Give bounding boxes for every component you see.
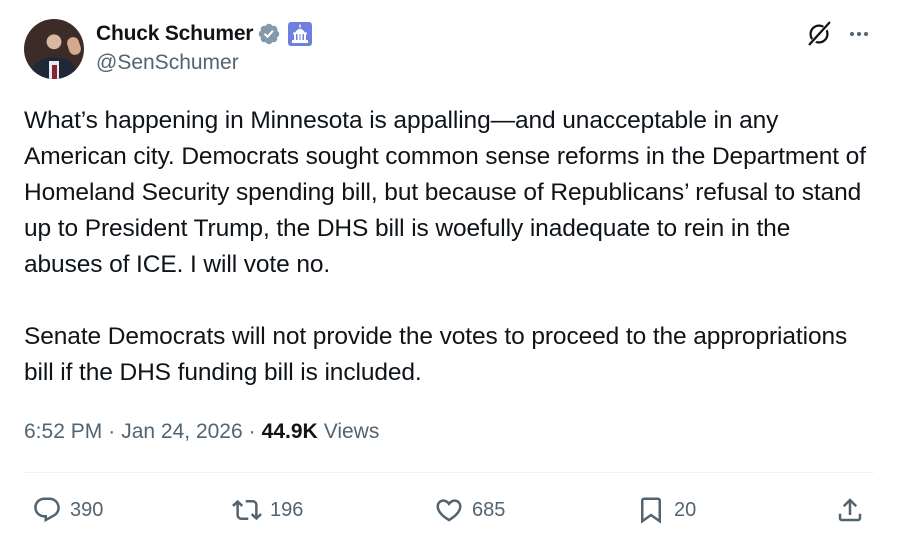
- meta-separator: ·: [108, 420, 116, 443]
- tweet-date[interactable]: Jan 24, 2026: [121, 420, 242, 444]
- repost-count: 196: [270, 498, 304, 521]
- grok-icon[interactable]: [803, 18, 835, 50]
- author-name-row: Chuck Schumer: [96, 20, 313, 48]
- divider: [24, 472, 874, 473]
- tweet-paragraph: What’s happening in Minnesota is appalli…: [24, 107, 866, 278]
- bookmark-icon: [641, 497, 661, 524]
- like-button[interactable]: 685: [434, 488, 505, 532]
- like-count: 685: [472, 498, 506, 521]
- bookmark-button[interactable]: 20: [636, 488, 696, 532]
- repost-icon: [232, 499, 262, 521]
- avatar-tie: [52, 65, 57, 79]
- us-capitol-icon[interactable]: [287, 21, 313, 47]
- tweet-metadata: 6:52 PM · Jan 24, 2026 · 44.9K Views: [24, 417, 379, 447]
- tweet-time[interactable]: 6:52 PM: [24, 420, 102, 444]
- reply-icon: [34, 497, 60, 523]
- repost-button[interactable]: 196: [232, 488, 303, 532]
- share-icon: [838, 498, 862, 522]
- tweet-text: What’s happening in Minnesota is appalli…: [24, 103, 874, 391]
- avatar-hand: [65, 35, 83, 57]
- views-count[interactable]: 44.9K: [262, 420, 318, 444]
- more-options-icon[interactable]: [843, 18, 875, 50]
- meta-separator: ·: [248, 420, 256, 443]
- tweet-paragraph: Senate Democrats will not provide the vo…: [24, 323, 848, 386]
- heart-icon: [436, 499, 462, 522]
- author-display-name[interactable]: Chuck Schumer: [96, 22, 253, 46]
- action-bar: 390 196 685 20: [0, 488, 898, 532]
- share-button[interactable]: [835, 488, 865, 532]
- reply-button[interactable]: 390: [32, 488, 103, 532]
- avatar[interactable]: [24, 19, 84, 79]
- reply-count: 390: [70, 498, 104, 521]
- author-handle[interactable]: @SenSchumer: [96, 51, 239, 75]
- views-label[interactable]: Views: [324, 420, 380, 444]
- bookmark-count: 20: [674, 498, 697, 521]
- verified-check-icon[interactable]: [257, 22, 281, 46]
